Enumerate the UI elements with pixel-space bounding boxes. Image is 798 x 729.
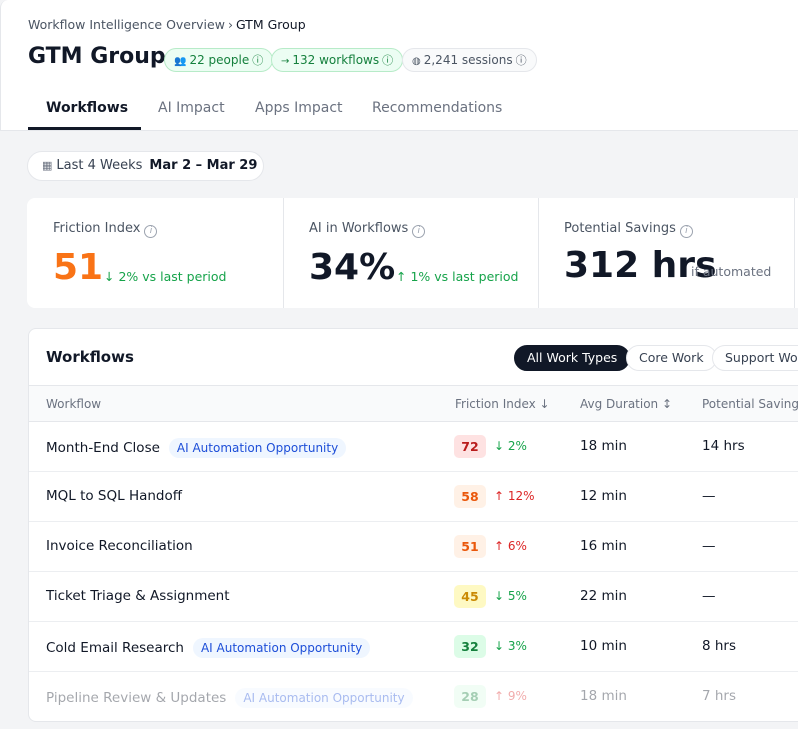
workflow-name[interactable]: Pipeline Review & Updates bbox=[46, 690, 226, 706]
friction-index-badge: 45 bbox=[454, 585, 486, 608]
people-icon: 👥 bbox=[174, 56, 187, 67]
date-range-value: Mar 2 – Mar 29 bbox=[149, 158, 258, 173]
calendar-icon: ▦ bbox=[42, 159, 53, 172]
kpi-delta: ↓ 2% vs last period bbox=[104, 269, 227, 284]
kpi-delta: ↑ 1% vs last period bbox=[396, 269, 519, 284]
table-header: Workflow Friction Index ↓ Avg Duration ↕… bbox=[29, 385, 798, 422]
friction-index-badge: 58 bbox=[454, 485, 486, 508]
filter-support-work[interactable]: Support Work bbox=[712, 345, 798, 371]
page-title: GTM Group bbox=[28, 44, 166, 69]
friction-index-badge: 28 bbox=[454, 685, 486, 708]
avg-duration-cell: 16 min bbox=[580, 538, 627, 554]
ai-automation-opportunity-tag: AI Automation Opportunity bbox=[235, 688, 413, 708]
kpi-value: 34% bbox=[309, 247, 396, 288]
friction-delta: ↑ 6% bbox=[494, 539, 527, 553]
avg-duration-cell: 22 min bbox=[580, 588, 627, 604]
tab-recommendations[interactable]: Recommendations bbox=[372, 100, 502, 116]
table-row[interactable]: Pipeline Review & Updates AI Automation O… bbox=[29, 672, 798, 721]
divider bbox=[794, 198, 795, 308]
kpi-label: Potential Savings i bbox=[564, 221, 693, 238]
friction-delta: ↓ 5% bbox=[494, 589, 527, 603]
people-count-label: 22 people bbox=[189, 53, 250, 67]
workflow-name-cell: Ticket Triage & Assignment bbox=[46, 588, 230, 604]
sessions-count-label: 2,241 sessions bbox=[423, 53, 513, 67]
workflow-name[interactable]: Cold Email Research bbox=[46, 640, 184, 656]
column-header-potential-savings[interactable]: Potential Savings bbox=[702, 397, 798, 411]
friction-delta: ↓ 2% bbox=[494, 439, 527, 453]
info-icon[interactable]: ⓘ bbox=[516, 54, 527, 67]
page-header: Workflow Intelligence Overview › GTM Group… bbox=[0, 0, 798, 131]
date-range-picker[interactable]: ▦ Last 4 Weeks Mar 2 – Mar 29 bbox=[27, 151, 264, 181]
friction-delta: ↓ 3% bbox=[494, 639, 527, 653]
kpi-potential-savings: Potential Savings i 312 hrs if automated bbox=[539, 198, 795, 308]
friction-delta: ↑ 9% bbox=[494, 689, 527, 703]
active-tab-indicator bbox=[28, 127, 141, 130]
friction-index-badge: 32 bbox=[454, 635, 486, 658]
workflow-name[interactable]: Invoice Reconciliation bbox=[46, 538, 193, 554]
column-header-workflow[interactable]: Workflow bbox=[46, 397, 101, 411]
ai-automation-opportunity-tag: AI Automation Opportunity bbox=[168, 438, 347, 458]
potential-savings-cell: — bbox=[702, 588, 716, 604]
potential-savings-cell: 7 hrs bbox=[702, 688, 737, 704]
workflow-name[interactable]: MQL to SQL Handoff bbox=[46, 488, 182, 504]
workflow-name[interactable]: Ticket Triage & Assignment bbox=[46, 588, 230, 604]
date-range-label: Last 4 Weeks bbox=[56, 158, 143, 173]
potential-savings-cell: 8 hrs bbox=[702, 638, 737, 654]
table-row[interactable]: Invoice Reconciliation 51 ↑ 6% 16 min — bbox=[29, 522, 798, 572]
workflow-name-cell: Cold Email Research AI Automation Opportu… bbox=[46, 638, 371, 658]
avg-duration-cell: 18 min bbox=[580, 688, 627, 704]
panel-title: Workflows bbox=[46, 348, 134, 366]
kpi-cards: Friction Index i 51 ↓ 2% vs last period A… bbox=[27, 198, 798, 308]
workflows-count-label: 132 workflows bbox=[292, 53, 380, 67]
workflow-name[interactable]: Month-End Close bbox=[46, 440, 160, 456]
workflow-name-cell: MQL to SQL Handoff bbox=[46, 488, 182, 504]
globe-icon: ◍ bbox=[412, 56, 421, 67]
kpi-ai-in-workflows: AI in Workflows i 34% ↑ 1% vs last period bbox=[284, 198, 538, 308]
arrow-right-icon: → bbox=[281, 56, 290, 67]
info-icon[interactable]: i bbox=[412, 225, 426, 238]
filter-all-work-types[interactable]: All Work Types bbox=[514, 345, 631, 371]
workflow-name-cell: Month-End Close AI Automation Opportunity bbox=[46, 438, 347, 458]
kpi-label: AI in Workflows i bbox=[309, 221, 426, 238]
kpi-label: Friction Index i bbox=[53, 221, 158, 238]
info-icon[interactable]: ⓘ bbox=[382, 54, 393, 67]
people-count-badge[interactable]: 👥 22 people ⓘ bbox=[164, 48, 274, 72]
avg-duration-cell: 10 min bbox=[580, 638, 627, 654]
table-row[interactable]: Month-End Close AI Automation Opportunity… bbox=[29, 422, 798, 472]
kpi-subtext: if automated bbox=[691, 264, 772, 279]
info-icon[interactable]: ⓘ bbox=[252, 54, 263, 67]
app-frame: Workflow Intelligence Overview › GTM Group… bbox=[0, 0, 798, 729]
column-header-friction-index[interactable]: Friction Index ↓ bbox=[455, 397, 550, 411]
workflow-name-cell: Invoice Reconciliation bbox=[46, 538, 193, 554]
kpi-friction-index: Friction Index i 51 ↓ 2% vs last period bbox=[27, 198, 283, 308]
table-row[interactable]: Cold Email Research AI Automation Opportu… bbox=[29, 622, 798, 672]
potential-savings-cell: 14 hrs bbox=[702, 438, 745, 454]
potential-savings-cell: — bbox=[702, 538, 716, 554]
friction-index-badge: 72 bbox=[454, 435, 486, 458]
workflow-name-cell: Pipeline Review & Updates AI Automation O… bbox=[46, 688, 413, 708]
workflows-panel: Workflows All Work Types Core Work Suppo… bbox=[28, 328, 798, 722]
column-header-avg-duration[interactable]: Avg Duration ↕ bbox=[580, 397, 672, 411]
info-icon[interactable]: i bbox=[679, 225, 693, 238]
breadcrumb-separator: › bbox=[227, 17, 233, 32]
avg-duration-cell: 12 min bbox=[580, 488, 627, 504]
ai-automation-opportunity-tag: AI Automation Opportunity bbox=[192, 638, 371, 658]
tab-workflows[interactable]: Workflows bbox=[46, 100, 128, 116]
potential-savings-cell: — bbox=[702, 488, 716, 504]
info-icon[interactable]: i bbox=[144, 225, 158, 238]
friction-delta: ↑ 12% bbox=[494, 489, 535, 503]
sessions-count-badge[interactable]: ◍ 2,241 sessions ⓘ bbox=[402, 48, 537, 72]
kpi-value: 51 bbox=[53, 247, 104, 288]
table-row[interactable]: MQL to SQL Handoff 58 ↑ 12% 12 min — bbox=[29, 472, 798, 522]
filter-core-work[interactable]: Core Work bbox=[626, 345, 717, 371]
breadcrumb-parent-link[interactable]: Workflow Intelligence Overview bbox=[28, 17, 225, 32]
breadcrumb-current: GTM Group bbox=[235, 17, 306, 32]
tab-ai-impact[interactable]: AI Impact bbox=[158, 100, 225, 116]
breadcrumb: Workflow Intelligence Overview › GTM Group bbox=[28, 17, 306, 32]
friction-index-badge: 51 bbox=[454, 535, 486, 558]
avg-duration-cell: 18 min bbox=[580, 438, 627, 454]
tab-apps-impact[interactable]: Apps Impact bbox=[255, 100, 343, 116]
table-row[interactable]: Ticket Triage & Assignment 45 ↓ 5% 22 min — bbox=[29, 572, 798, 622]
workflows-count-badge[interactable]: → 132 workflows ⓘ bbox=[271, 48, 404, 72]
